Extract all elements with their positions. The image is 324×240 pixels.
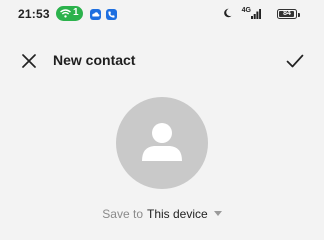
cloud-app-icon [90,9,101,20]
phone-app-icon [106,9,117,20]
moon-icon [224,8,232,18]
status-bar: 21:53 1 4G 84 [0,0,324,28]
person-icon [142,123,182,161]
wifi-hotspot-icon [60,9,71,18]
close-button[interactable] [18,50,40,72]
network-type: 4G [241,7,251,14]
dropdown-caret-icon [213,211,222,217]
status-time: 21:53 [18,7,50,21]
page-title: New contact [53,52,136,68]
close-icon [22,54,36,68]
battery-icon: 84 [277,9,300,19]
battery-cap [297,12,300,17]
wifi-hotspot-badge: 1 [56,6,83,21]
wifi-hotspot-count: 1 [73,7,79,18]
contact-photo-button[interactable] [116,97,208,189]
save-to-label: Save to [102,207,143,221]
save-contact-button[interactable] [284,50,306,72]
signal-icon [251,9,261,19]
battery-level: 84 [283,9,291,17]
top-app-bar: New contact [0,44,324,76]
check-icon [286,54,304,68]
save-to-selector[interactable]: Save to This device [0,207,324,221]
save-to-value: This device [147,207,208,221]
